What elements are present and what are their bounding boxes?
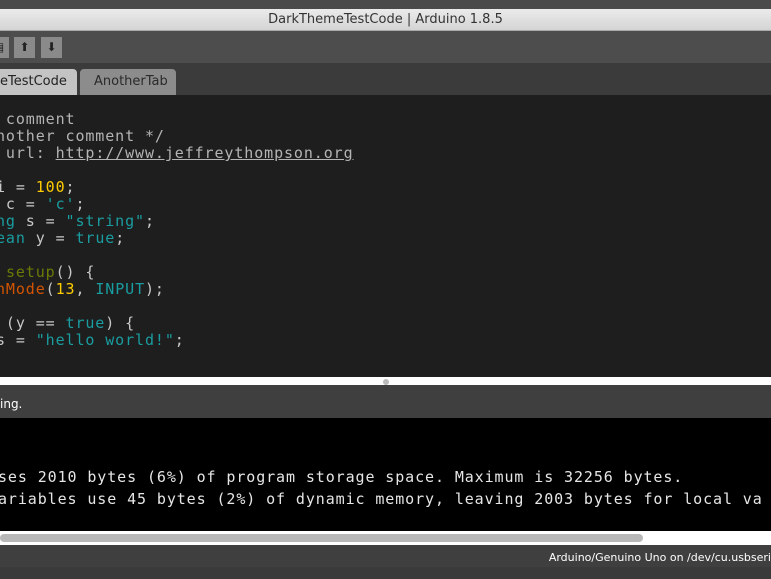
code-token: 100 xyxy=(35,178,66,196)
code-token: ; xyxy=(174,331,185,349)
tab-label: eTestCode xyxy=(0,74,67,89)
tab-bar: eTestCode AnotherTab xyxy=(0,63,771,95)
tab-anothertab[interactable]: AnotherTab xyxy=(80,69,176,95)
code-token: s = xyxy=(15,212,66,230)
tab-darkthemetestcode[interactable]: eTestCode xyxy=(0,69,77,95)
code-token: y = xyxy=(25,229,76,247)
code-token: () { xyxy=(55,263,96,281)
status-message: ing. xyxy=(0,397,23,411)
scrollbar-thumb[interactable] xyxy=(0,534,643,542)
status-bar: ing. xyxy=(0,385,771,418)
code-token: setup xyxy=(5,263,56,281)
code-line: ean y = true; xyxy=(0,230,125,247)
code-line: comment xyxy=(0,111,75,128)
open-button[interactable]: ⬆ xyxy=(14,37,35,58)
code-line: c = 'c'; xyxy=(0,196,85,213)
code-line: ng s = "string"; xyxy=(0,213,155,230)
save-button[interactable]: ⬇ xyxy=(41,37,62,58)
code-token: INPUT xyxy=(95,280,145,298)
title-bar: DarkThemeTestCode | Arduino 1.8.5 xyxy=(0,9,771,31)
code-token: ; xyxy=(75,195,86,213)
console-line: ses 2010 bytes (6%) of program storage s… xyxy=(0,468,684,486)
code-token: (y == xyxy=(0,314,66,332)
code-token: c = xyxy=(0,195,46,213)
window-title: DarkThemeTestCode | Arduino 1.8.5 xyxy=(268,12,503,27)
code-token: i = xyxy=(0,178,26,196)
code-token: ; xyxy=(65,178,76,196)
code-token: true xyxy=(65,314,106,332)
board-port-label: Arduino/Genuino Uno on /dev/cu.usbseri xyxy=(548,551,771,564)
code-token: comment xyxy=(0,110,76,128)
open-icon: ⬆ xyxy=(19,40,30,54)
code-token: nother comment */ xyxy=(0,127,165,145)
code-token: "hello world!" xyxy=(35,331,175,349)
code-token: ; xyxy=(144,212,155,230)
code-token: , xyxy=(75,280,96,298)
code-link[interactable]: http://www.jeffreythompson.org xyxy=(56,144,354,162)
code-token: ean xyxy=(0,229,26,247)
code-token: ) { xyxy=(105,314,136,332)
code-line: s = "hello world!"; xyxy=(0,332,185,349)
console-horizontal-scrollbar[interactable] xyxy=(0,531,771,545)
new-file-button[interactable]: ▤ xyxy=(0,37,9,58)
code-token: 'c' xyxy=(45,195,76,213)
code-line: url: http://www.jeffreythompson.org xyxy=(0,145,354,162)
code-line: nMode(13, INPUT); xyxy=(0,281,165,298)
code-line: nother comment */ xyxy=(0,128,165,145)
code-token: nMode xyxy=(0,280,46,298)
code-line: i = 100; xyxy=(0,179,75,196)
code-token: s = xyxy=(0,331,26,349)
code-token: 13 xyxy=(55,280,76,298)
save-icon: ⬇ xyxy=(46,40,57,54)
code-editor[interactable]: comment nother comment */ url: http://www… xyxy=(0,95,771,377)
new-file-icon: ▤ xyxy=(0,40,4,54)
console-output[interactable]: ses 2010 bytes (6%) of program storage s… xyxy=(0,418,771,531)
board-status-bar: Arduino/Genuino Uno on /dev/cu.usbseri xyxy=(0,545,771,567)
code-line: setup() { xyxy=(0,264,95,281)
tab-label: AnotherTab xyxy=(94,74,168,89)
window-top-strip xyxy=(0,0,771,9)
code-line: (y == true) { xyxy=(0,315,135,332)
code-token: ); xyxy=(145,280,165,298)
console-line: ariables use 45 bytes (2%) of dynamic me… xyxy=(0,490,763,508)
code-token: ; xyxy=(115,229,126,247)
code-token: url: xyxy=(0,144,56,162)
toolbar: ▤ ⬆ ⬇ xyxy=(0,31,771,63)
code-token: ( xyxy=(45,280,56,298)
code-token: "string" xyxy=(65,212,145,230)
code-token: true xyxy=(75,229,116,247)
code-token: ng xyxy=(0,212,16,230)
